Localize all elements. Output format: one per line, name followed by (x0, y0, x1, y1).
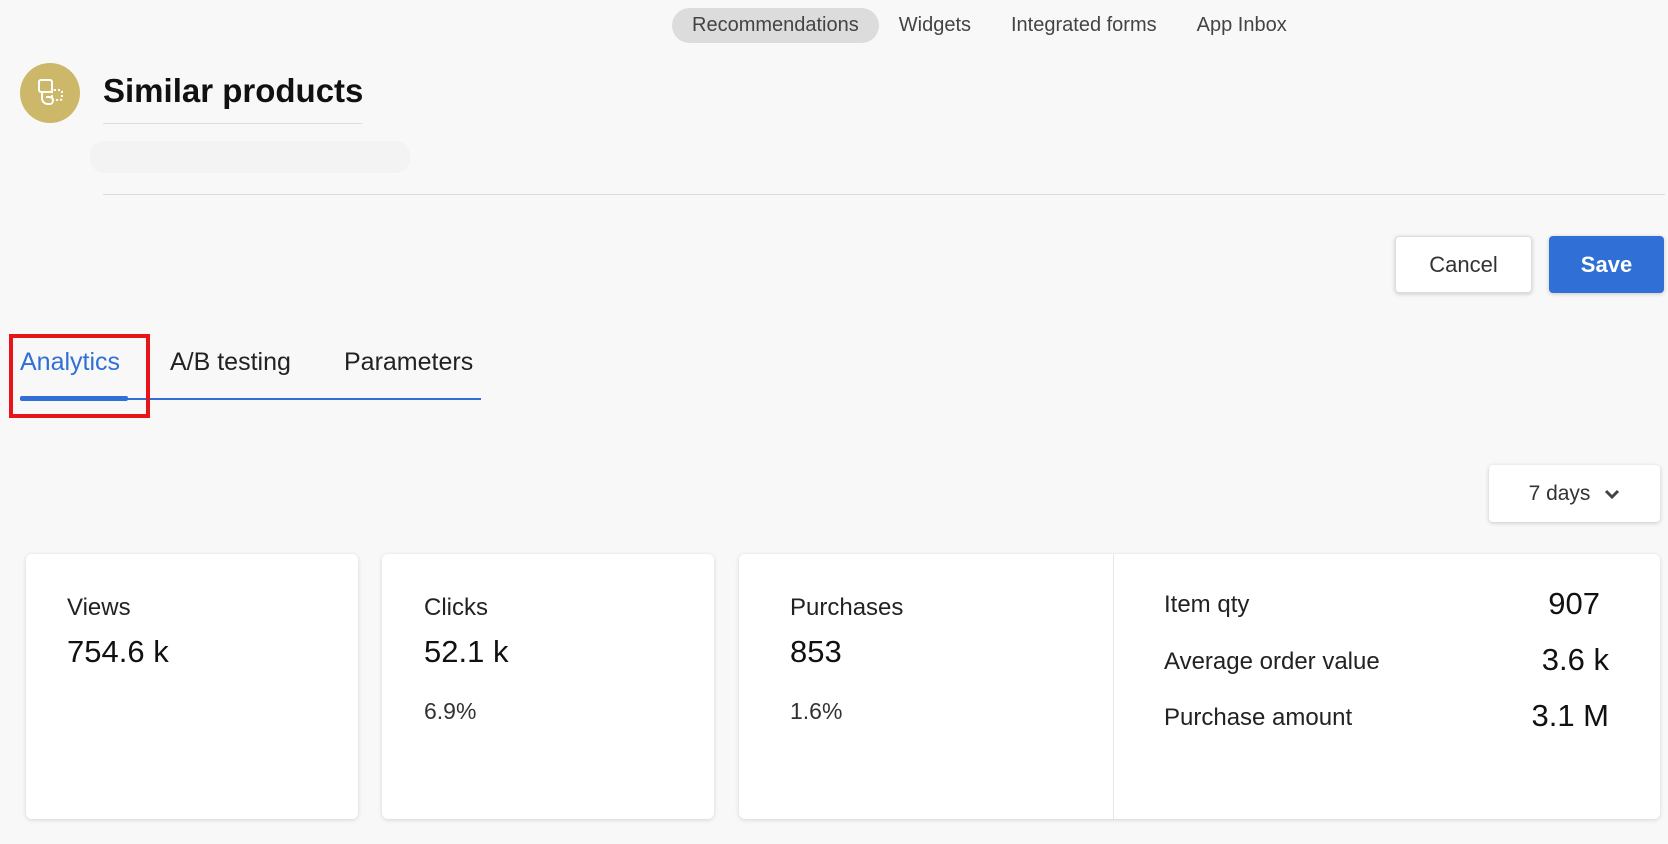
avg-order-value: 3.6 k (1541, 642, 1609, 677)
clicks-label: Clicks (424, 594, 488, 621)
nav-integrated-forms[interactable]: Integrated forms (991, 8, 1177, 43)
clicks-card: Clicks 52.1 k 6.9% (382, 554, 714, 819)
purchases-rate: 1.6% (790, 698, 843, 724)
item-qty-label: Item qty (1164, 591, 1250, 618)
clicks-value: 52.1 k (424, 634, 509, 669)
period-dropdown[interactable]: 7 days (1489, 465, 1660, 522)
header-divider (103, 194, 1665, 195)
title-underline (103, 123, 362, 124)
tab-parameters[interactable]: Parameters (344, 348, 473, 377)
similar-products-icon (20, 63, 80, 123)
description-input[interactable] (90, 141, 410, 173)
nav-widgets[interactable]: Widgets (879, 8, 991, 43)
nav-app-inbox[interactable]: App Inbox (1177, 8, 1307, 43)
period-value: 7 days (1528, 481, 1591, 505)
views-card: Views 754.6 k (26, 554, 358, 819)
page-title: Similar products (103, 72, 364, 109)
item-qty-value: 907 (1548, 586, 1600, 621)
card-divider (1113, 554, 1114, 819)
purchases-label: Purchases (790, 594, 904, 621)
clicks-rate: 6.9% (424, 698, 477, 724)
purchase-amount-label: Purchase amount (1164, 704, 1353, 731)
nav-recommendations[interactable]: Recommendations (672, 8, 879, 43)
purchase-amount-value: 3.1 M (1531, 698, 1609, 733)
chevron-down-icon (1605, 489, 1620, 499)
top-nav: Recommendations Widgets Integrated forms… (672, 8, 1307, 43)
purchases-value: 853 (790, 634, 842, 669)
cancel-button[interactable]: Cancel (1395, 236, 1532, 293)
save-button[interactable]: Save (1549, 236, 1664, 293)
views-label: Views (67, 594, 131, 621)
highlight-box (9, 334, 150, 418)
tab-ab-testing[interactable]: A/B testing (170, 348, 291, 377)
views-value: 754.6 k (67, 634, 169, 669)
avg-order-label: Average order value (1164, 648, 1380, 675)
